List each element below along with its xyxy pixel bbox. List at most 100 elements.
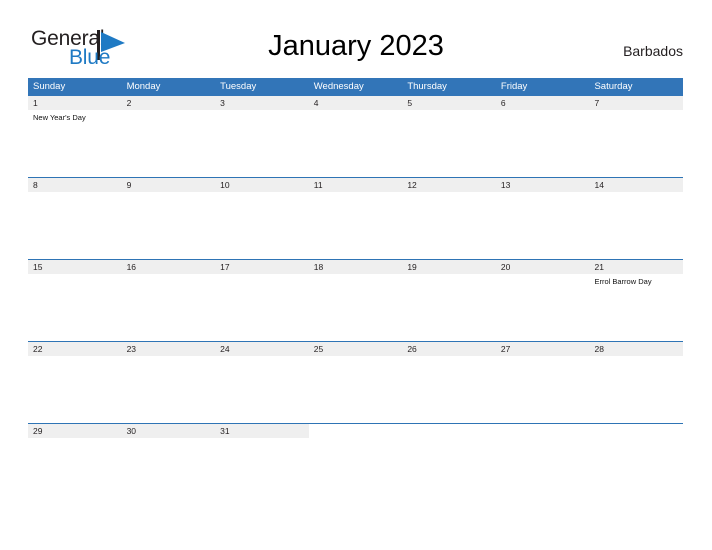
weekday-header-tuesday: Tuesday bbox=[220, 81, 257, 92]
week-date-band: 29 30 31 bbox=[28, 424, 684, 438]
day-events bbox=[309, 356, 403, 423]
day-number[interactable]: 22 bbox=[28, 342, 122, 356]
calendar-week-row: 8 9 10 11 12 13 14 bbox=[28, 177, 683, 259]
day-events bbox=[215, 192, 309, 259]
day-events bbox=[122, 438, 216, 505]
day-cell-empty bbox=[402, 424, 496, 438]
day-number[interactable]: 28 bbox=[589, 342, 683, 356]
page-title: January 2023 bbox=[268, 30, 444, 62]
day-number[interactable]: 16 bbox=[122, 260, 216, 274]
day-events: Errol Barrow Day bbox=[589, 274, 683, 341]
day-number[interactable]: 23 bbox=[122, 342, 216, 356]
day-cell-empty bbox=[308, 424, 403, 438]
day-events bbox=[309, 110, 403, 177]
country-label: Barbados bbox=[623, 43, 683, 59]
day-events bbox=[589, 356, 683, 423]
day-number[interactable]: 15 bbox=[28, 260, 122, 274]
day-events bbox=[309, 192, 403, 259]
day-number[interactable]: 7 bbox=[589, 96, 683, 110]
week-date-band: 22 23 24 25 26 27 28 bbox=[28, 342, 683, 356]
weekday-header-friday: Friday bbox=[500, 81, 528, 92]
day-events bbox=[122, 192, 216, 259]
calendar-week-row: 22 23 24 25 26 27 28 bbox=[28, 341, 683, 423]
day-events bbox=[215, 356, 309, 423]
day-number[interactable]: 26 bbox=[402, 342, 496, 356]
holiday-event: Errol Barrow Day bbox=[594, 277, 652, 286]
weekday-header-wednesday: Wednesday bbox=[313, 81, 364, 92]
day-number[interactable]: 3 bbox=[215, 96, 309, 110]
week-event-band bbox=[28, 438, 683, 505]
calendar-week-row: 29 30 31 bbox=[28, 423, 684, 505]
day-number[interactable]: 11 bbox=[309, 178, 403, 192]
day-cell-empty bbox=[589, 424, 684, 438]
day-events bbox=[496, 356, 590, 423]
day-events bbox=[402, 110, 496, 177]
holiday-event: New Year's Day bbox=[33, 113, 86, 122]
day-number[interactable]: 31 bbox=[215, 424, 309, 438]
calendar-week-row: 15 16 17 18 19 20 21 Errol Barrow Day bbox=[28, 259, 683, 341]
day-number[interactable]: 20 bbox=[496, 260, 590, 274]
page-header: General Blue January 2023 Barbados bbox=[0, 0, 712, 78]
weekday-header-row: Sunday Monday Tuesday Wednesday Thursday… bbox=[28, 78, 683, 96]
day-number[interactable]: 29 bbox=[28, 424, 122, 438]
week-event-band: New Year's Day bbox=[28, 110, 683, 177]
week-date-band: 1234567 bbox=[28, 96, 683, 110]
calendar-page: General Blue January 2023 Barbados Sunda… bbox=[0, 0, 712, 550]
day-events: New Year's Day bbox=[28, 110, 122, 177]
day-number[interactable]: 6 bbox=[496, 96, 590, 110]
day-number[interactable]: 4 bbox=[309, 96, 403, 110]
day-events bbox=[402, 438, 496, 505]
day-cell-empty bbox=[495, 424, 590, 438]
day-events bbox=[215, 274, 309, 341]
day-number[interactable]: 27 bbox=[496, 342, 590, 356]
day-events bbox=[28, 356, 122, 423]
day-number[interactable]: 30 bbox=[122, 424, 216, 438]
day-events bbox=[309, 438, 403, 505]
week-date-band: 8 9 10 11 12 13 14 bbox=[28, 178, 683, 192]
day-number[interactable]: 14 bbox=[589, 178, 683, 192]
day-events bbox=[589, 110, 683, 177]
day-number[interactable]: 8 bbox=[28, 178, 122, 192]
day-events bbox=[28, 274, 122, 341]
day-number[interactable]: 19 bbox=[402, 260, 496, 274]
weekday-header-saturday: Saturday bbox=[594, 81, 633, 92]
day-events bbox=[402, 356, 496, 423]
day-events bbox=[589, 192, 683, 259]
day-number[interactable]: 13 bbox=[496, 178, 590, 192]
day-number[interactable]: 17 bbox=[215, 260, 309, 274]
day-number[interactable]: 25 bbox=[309, 342, 403, 356]
day-events bbox=[215, 110, 309, 177]
week-event-band: Errol Barrow Day bbox=[28, 274, 683, 341]
day-number[interactable]: 5 bbox=[402, 96, 496, 110]
day-events bbox=[496, 274, 590, 341]
weekday-header-sunday: Sunday bbox=[33, 81, 66, 92]
day-number[interactable]: 18 bbox=[309, 260, 403, 274]
day-number[interactable]: 21 bbox=[589, 260, 683, 274]
day-events bbox=[402, 274, 496, 341]
day-events bbox=[122, 274, 216, 341]
week-date-band: 15 16 17 18 19 20 21 bbox=[28, 260, 683, 274]
day-events bbox=[28, 438, 122, 505]
day-events bbox=[402, 192, 496, 259]
day-events bbox=[215, 438, 309, 505]
day-number[interactable]: 24 bbox=[215, 342, 309, 356]
weekday-header-monday: Monday bbox=[126, 81, 161, 92]
day-events bbox=[309, 274, 403, 341]
calendar-table: Sunday Monday Tuesday Wednesday Thursday… bbox=[28, 78, 684, 505]
weekday-header-thursday: Thursday bbox=[407, 81, 447, 92]
week-event-band bbox=[28, 192, 683, 259]
day-number[interactable]: 9 bbox=[122, 178, 216, 192]
day-number[interactable]: 1 bbox=[28, 96, 122, 110]
day-events bbox=[122, 110, 216, 177]
week-event-band bbox=[28, 356, 683, 423]
day-events bbox=[496, 192, 590, 259]
day-events bbox=[496, 438, 590, 505]
day-number[interactable]: 10 bbox=[215, 178, 309, 192]
day-number[interactable]: 2 bbox=[122, 96, 216, 110]
day-events bbox=[589, 438, 683, 505]
day-events bbox=[28, 192, 122, 259]
day-number[interactable]: 12 bbox=[402, 178, 496, 192]
calendar-week-row: 1 2 3 4 5 6 7 New Year's Day bbox=[28, 96, 683, 177]
calendar-weeks: 1 2 3 4 5 6 7 New Year's Day 8 9 10 11 12 13 14 15 16 17 1… bbox=[28, 96, 684, 505]
day-events bbox=[122, 356, 216, 423]
